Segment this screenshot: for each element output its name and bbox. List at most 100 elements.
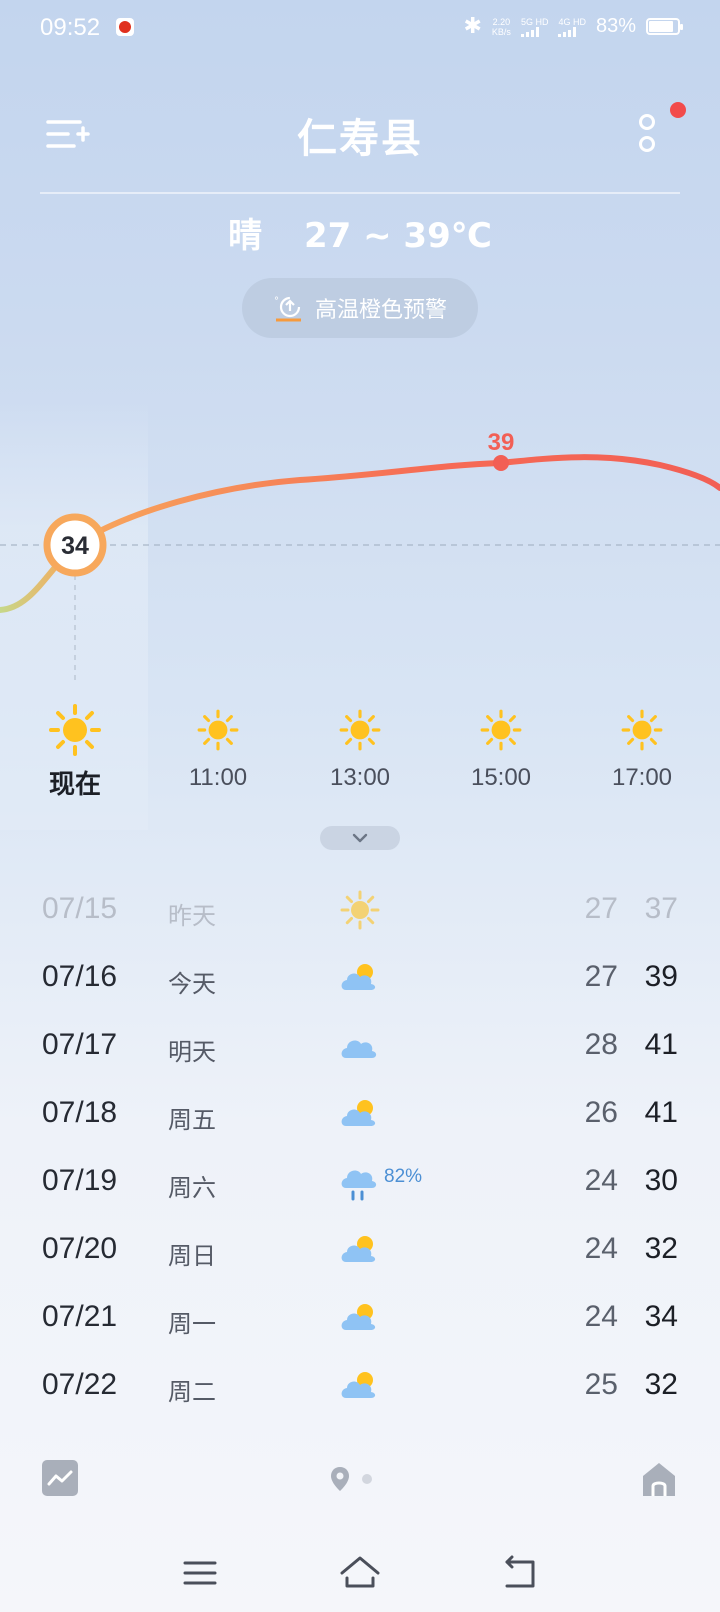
trend-icon [47,1470,73,1486]
home-icon[interactable] [335,1548,385,1598]
day-date: 07/20 [42,1232,118,1265]
day-low-temp: 26 [584,1096,618,1129]
hourly-temp-chart: 39 34 [0,429,720,685]
daily-row[interactable]: 07/16 今天 27 39 [0,946,720,1016]
location-pin-icon [331,1467,349,1491]
page-dot [362,1474,372,1484]
status-time: 09:52 [40,14,101,41]
status-bar: 09:52 ✱ 2.20 KB/s 5G HD 4G HD 83% [0,0,720,56]
day-high-temp: 37 [644,892,678,925]
day-date: 07/18 [42,1096,118,1129]
day-name: 周六 [168,1174,216,1202]
day-date: 07/22 [42,1368,118,1401]
today-temp-range: 27 ~ 39℃ [303,216,492,256]
day-date: 07/19 [42,1164,118,1197]
daily-row[interactable]: 07/20 周日 24 32 [0,1218,720,1288]
day-high-temp: 39 [644,960,678,993]
expand-forecast-button[interactable] [320,826,400,850]
day-high-temp: 30 [644,1164,678,1197]
day-low-temp: 24 [584,1164,618,1197]
peak-point [493,455,509,471]
sim2-label: 4G HD [558,16,586,27]
sunny-icon [480,709,522,751]
city-title[interactable]: 仁寿县 [0,106,720,164]
daily-row[interactable]: 07/17 明天 28 41 [0,1014,720,1084]
hour-label: 17:00 [611,764,673,791]
daily-row[interactable]: 07/18 周五 26 41 [0,1082,720,1152]
today-condition: 晴 [228,216,263,256]
heat-alert-button[interactable]: ° 高温橙色预警 [242,278,478,338]
header: 仁寿县 [0,96,720,176]
sunny-icon [621,709,663,751]
day-high-temp: 34 [644,1300,678,1333]
page-indicator [330,1466,372,1492]
day-name: 明天 [168,1038,216,1066]
sim1-signal: 5G HD [520,16,549,37]
daily-row[interactable]: 07/21 周一 24 34 [0,1286,720,1356]
partly-cloudy-icon [338,1364,382,1408]
peak-temp-label: 39 [488,429,515,456]
network-speed-unit: KB/s [491,26,511,37]
sim1-label: 5G HD [520,16,549,27]
notification-app-icon [116,18,134,36]
cloudy-icon [338,1024,382,1068]
day-high-temp: 41 [644,1028,678,1061]
day-low-temp: 27 [584,960,618,993]
daily-row[interactable]: 07/22 周二 25 32 [0,1354,720,1424]
day-high-temp: 41 [644,1096,678,1129]
alert-label: 高温橙色预警 [314,298,447,323]
header-divider [40,192,680,194]
svg-text:°: ° [274,296,279,307]
day-date: 07/15 [42,892,118,925]
partly-cloudy-icon [338,1228,382,1272]
day-low-temp: 28 [584,1028,618,1061]
rain-icon [338,1160,382,1204]
hour-label: 13:00 [329,764,391,791]
home-shortcut-icon[interactable] [640,1460,678,1498]
day-date: 07/21 [42,1300,118,1333]
hour-item[interactable]: 17:00 [582,700,702,792]
day-date: 07/16 [42,960,118,993]
day-low-temp: 24 [584,1232,618,1265]
day-name: 周二 [168,1378,216,1406]
partly-cloudy-icon [338,1092,382,1136]
chevron-down-icon [352,833,368,843]
rain-probability: 82% [384,1166,423,1187]
day-low-temp: 25 [584,1368,618,1401]
back-icon[interactable] [495,1548,545,1598]
heat-warning-icon: ° [274,296,301,322]
battery-percent: 83% [595,15,636,37]
hour-item-now[interactable]: 现在 [15,700,135,801]
signal-bars-icon [520,26,539,37]
hour-item[interactable]: 13:00 [300,700,420,792]
notification-dot [670,102,686,118]
hour-item[interactable]: 15:00 [441,700,561,792]
sunny-icon [49,704,101,756]
day-name: 周一 [168,1310,216,1338]
hour-label: 15:00 [470,764,532,791]
hour-label: 现在 [48,770,101,800]
sunny-icon [338,888,382,932]
hourly-forecast: 现在 11:00 13:00 15:00 17:00 [0,700,720,810]
day-high-temp: 32 [644,1368,678,1401]
day-low-temp: 27 [584,892,618,925]
sunny-icon [197,709,239,751]
status-right-group: ✱ 2.20 KB/s 5G HD 4G HD 83% [463,14,683,39]
day-date: 07/17 [42,1028,118,1061]
temp-curve [0,454,720,613]
daily-row[interactable]: 07/19 周六 82% 24 30 [0,1150,720,1220]
daily-row[interactable]: 07/15 昨天 27 37 [0,878,720,948]
signal-bars-icon [558,26,577,37]
network-speed: 2.20 KB/s [492,17,511,37]
bluetooth-icon: ✱ [463,14,482,39]
day-low-temp: 24 [584,1300,618,1333]
partly-cloudy-icon [338,1296,382,1340]
current-temp-value: 34 [61,532,89,560]
hour-item[interactable]: 11:00 [158,700,278,792]
trend-chart-button[interactable] [42,1460,78,1496]
day-name: 昨天 [168,902,216,930]
partly-cloudy-icon [338,956,382,1000]
more-vertical-icon[interactable] [632,114,662,160]
recent-apps-icon[interactable] [175,1548,225,1598]
hour-label: 11:00 [188,764,248,791]
